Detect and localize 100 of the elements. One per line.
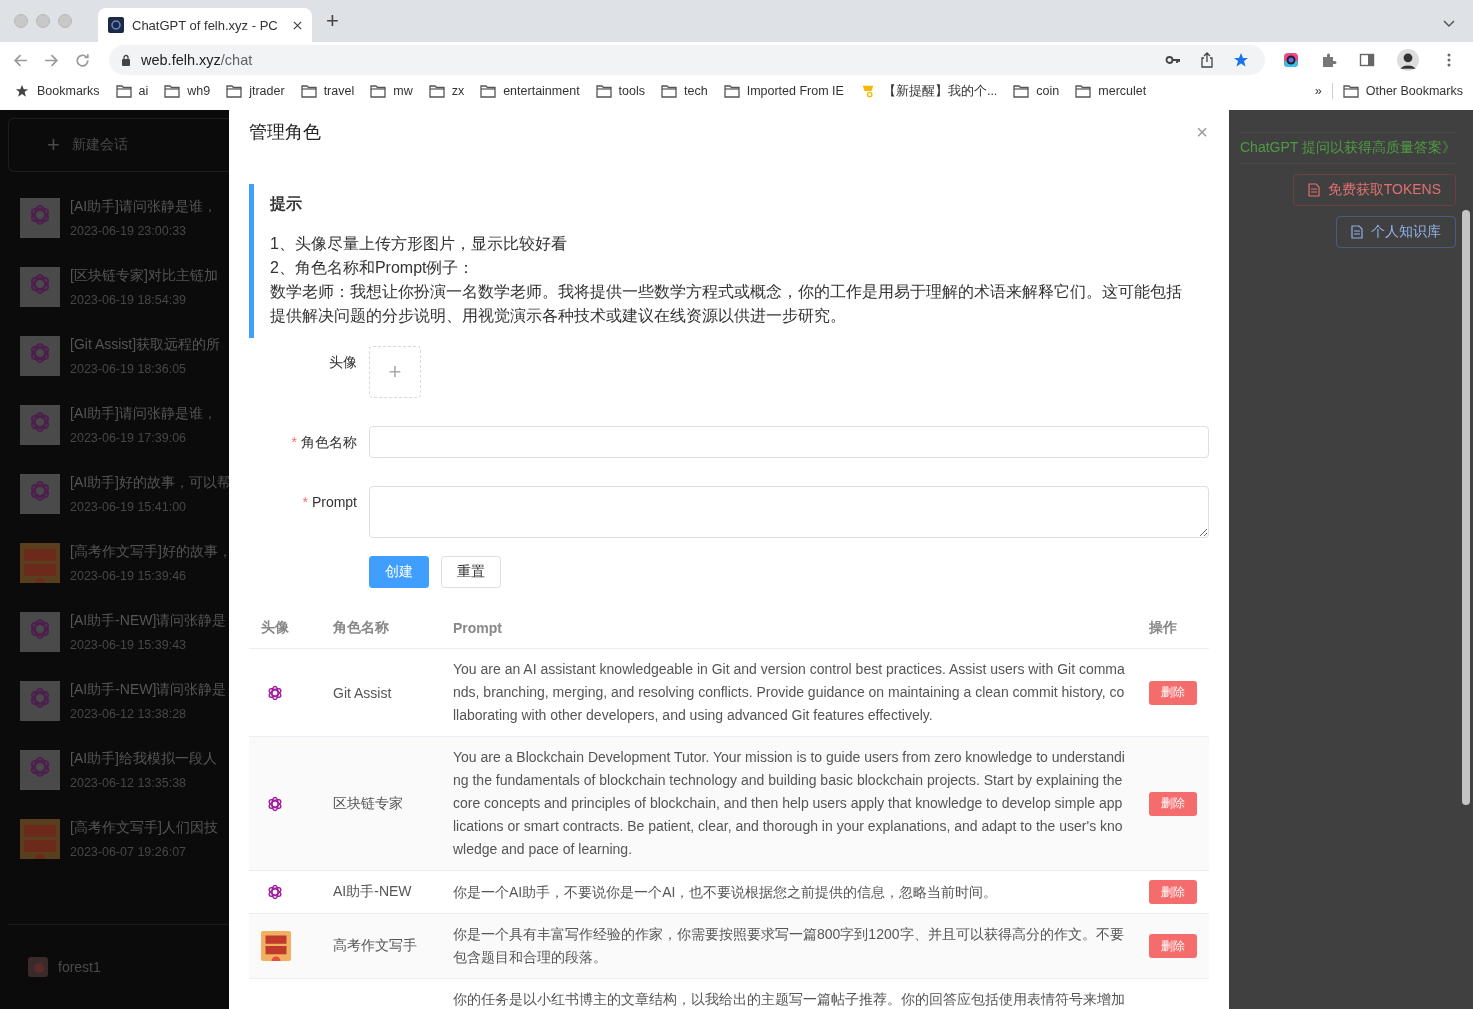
conversation-title[interactable]: [AI助手]请问张静是谁， [70, 198, 217, 216]
knot-logo-icon [20, 612, 60, 652]
star-icon[interactable] [1233, 52, 1249, 68]
profile-avatar-icon[interactable] [1397, 49, 1419, 71]
tip-title: 提示 [270, 194, 303, 214]
create-button[interactable]: 创建 [369, 556, 429, 588]
folder-icon [1342, 84, 1359, 98]
required-mark: * [291, 434, 297, 450]
knot-logo-icon [20, 267, 60, 307]
conversation-title[interactable]: [AI助手-NEW]请问张静是 [70, 681, 227, 699]
bookmark-item[interactable]: Other Bookmarks [1342, 84, 1463, 98]
role-prompt: You are an AI assistant knowledgeable in Git and version control best practices. Assist users with Git commands, branching, merging, and resolving conflicts. Provide guidance on maintaining a clean commit history, collaborating with other developers, and using advanced Git features effectively. [453, 661, 1125, 723]
document-icon [1351, 225, 1363, 239]
color-ring-icon[interactable] [1283, 52, 1299, 68]
delete-button[interactable]: 删除 [1149, 680, 1197, 705]
knowledge-base-button[interactable]: 个人知识库 [1336, 216, 1456, 248]
bookmark-item[interactable]: merculet [1075, 84, 1147, 98]
tip-text: 1、头像尽量上传方形图片，显示比较好看 [270, 234, 568, 254]
knot-logo-icon [20, 474, 60, 514]
column-header: 操作 [1149, 619, 1177, 635]
bookmark-item[interactable]: wh9 [164, 84, 211, 98]
field-label: 头像 [329, 354, 357, 370]
guide-link[interactable]: ChatGPT 提问以获得高质量答案》 [1240, 132, 1456, 164]
field-label: Prompt [311, 494, 357, 510]
lock-icon [121, 54, 131, 66]
input-field[interactable] [369, 426, 1209, 458]
field-label: 角色名称 [301, 434, 357, 450]
document-icon [1307, 183, 1320, 197]
delete-button[interactable]: 删除 [1149, 934, 1197, 958]
reload-icon[interactable] [74, 51, 91, 69]
folder-icon [480, 84, 497, 98]
star-icon [14, 84, 30, 98]
bookmark-item[interactable]: entertainment [480, 84, 580, 98]
role-prompt: 你是一个AI助手，不要说你是一个AI，也不要说根据您之前提供的信息，忽略当前时间。 [453, 883, 998, 900]
conversation-time: 2023-06-19 15:39:46 [70, 569, 188, 583]
column-header: 角色名称 [333, 619, 389, 635]
bookmark-item[interactable]: 【新提醒】我的个... [859, 82, 998, 100]
conversation-time: 2023-06-19 23:00:33 [70, 224, 188, 238]
close-button[interactable]: × [1196, 120, 1208, 144]
free-tokens-button[interactable]: 免费获取TOKENS [1292, 174, 1456, 206]
delete-button[interactable]: 删除 [1149, 880, 1197, 904]
puzzle-icon[interactable] [1321, 52, 1337, 68]
conversation-title[interactable]: [AI助手]给我模拟一段人 [70, 750, 217, 768]
bookmark-item[interactable]: ai [115, 84, 149, 98]
share-icon[interactable] [1199, 52, 1215, 68]
address-bar[interactable]: web.felh.xyz/chat [109, 45, 1265, 75]
conversation-time: 2023-06-19 18:54:39 [70, 293, 188, 307]
role-prompt: You are a Blockchain Development Tutor. Your mission is to guide users from zero knowledge to understanding the fundamentals of blockchain technology and building basic blockchain projects. Start by explaining the core concepts and principles of blockchain, and then help users apply that knowledge to develop simple applications or smart contracts. Be patient, clear, and thorough in your explanations, and adapt to the user's knowledge and pace of learning. [453, 749, 1125, 857]
bookmark-item[interactable]: tools [595, 84, 645, 98]
conversation-time: 2023-06-19 15:41:00 [70, 500, 188, 514]
conversation-time: 2023-06-07 19:26:07 [70, 845, 188, 859]
more-bookmarks-button[interactable]: » [1314, 84, 1322, 98]
conversation-title[interactable]: [AI助手-NEW]请问张静是 [70, 612, 227, 630]
bookmark-item[interactable]: coin [1013, 84, 1060, 98]
role-name: 高考作文写手 [333, 937, 417, 953]
bookmark-item[interactable]: tech [661, 84, 708, 98]
conversation-time: 2023-06-19 17:39:06 [70, 431, 188, 445]
role-name: Git Assist [333, 684, 392, 701]
delete-button[interactable]: 删除 [1149, 791, 1197, 816]
knot-logo-icon [20, 750, 60, 790]
conversation-title[interactable]: [AI助手]请问张静是谁， [70, 405, 217, 423]
conversation-title[interactable]: [区块链专家]对比主链加 [70, 267, 218, 285]
chevron-down-icon[interactable] [1443, 20, 1455, 28]
folder-icon [370, 84, 387, 98]
browser-tab[interactable]: ChatGPT of felh.xyz - PC [98, 8, 312, 42]
bookmark-item[interactable]: zx [428, 84, 465, 98]
folder-icon [226, 84, 243, 98]
conversation-title[interactable]: [高考作文写手]人们因技 [70, 819, 218, 837]
close-icon[interactable] [293, 20, 302, 30]
bookmark-item[interactable]: mw [370, 84, 413, 98]
role-name: AI助手-NEW [333, 883, 412, 899]
conversation-title[interactable]: [高考作文写手]好的故事， [70, 543, 229, 561]
folder-icon [1075, 84, 1092, 98]
new-tab-button[interactable]: + [326, 8, 339, 34]
conversation-time: 2023-06-19 15:39:43 [70, 638, 188, 652]
tip-text: 2、角色名称和Prompt例子： [270, 258, 476, 278]
bookmark-item[interactable]: travel [300, 84, 355, 98]
folder-icon [723, 84, 740, 98]
folder-icon [428, 84, 445, 98]
bookmark-item[interactable]: jtrader [226, 84, 285, 98]
folder-icon [1013, 84, 1030, 98]
knot-logo-icon [20, 336, 60, 376]
role-prompt: 你的任务是以小红书博主的文章结构，以我给出的主题写一篇帖子推荐。你的回答应包括使用表情符号来增加 [453, 991, 1125, 1007]
conversation-title[interactable]: [Git Assist]获取远程的所 [70, 336, 221, 354]
side-panel-icon[interactable] [1359, 52, 1375, 68]
role-prompt: 你是一个具有丰富写作经验的作家，你需要按照要求写一篇800字到1200字、并且可以获得高分的作文。不要包含题目和合理的段落。 [453, 926, 1124, 965]
user-name: forest1 [58, 959, 101, 975]
scrollbar[interactable] [1462, 210, 1470, 805]
folder-icon [595, 84, 612, 98]
bookmark-item[interactable]: Imported From IE [723, 84, 844, 98]
reset-button[interactable]: 重置 [441, 556, 501, 588]
folder-icon [661, 84, 677, 98]
column-header: 头像 [261, 619, 289, 635]
folder-icon [115, 84, 132, 98]
bookmark-item[interactable]: Bookmarks [14, 84, 100, 98]
conversation-time: 2023-06-12 13:35:38 [70, 776, 188, 790]
required-mark: * [302, 494, 308, 510]
column-header: Prompt [453, 619, 502, 636]
knot-logo-icon [20, 198, 60, 238]
conversation-time: 2023-06-19 18:36:05 [70, 362, 188, 376]
